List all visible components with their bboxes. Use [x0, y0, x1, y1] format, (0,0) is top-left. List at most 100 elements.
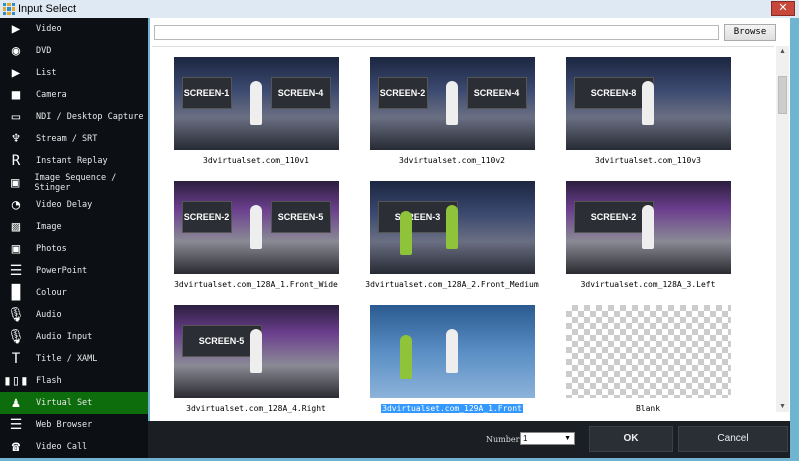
- thumbnail-item[interactable]: SCREEN-2 3dvirtualset.com_128A_3.Left: [550, 181, 746, 292]
- thumbnail-label: Blank: [635, 404, 661, 413]
- ok-button[interactable]: OK: [589, 426, 673, 452]
- sidebar-item-label: PowerPoint: [36, 266, 87, 276]
- footer-bar: Number 1▼ OK Cancel: [148, 421, 790, 458]
- thumbnail-image[interactable]: [566, 305, 731, 398]
- browse-button[interactable]: Browse: [724, 24, 776, 41]
- sidebar-item-camera[interactable]: ■Camera: [0, 84, 148, 106]
- sidebar-item-label: Virtual Set: [36, 398, 92, 408]
- sidebar-item-flash[interactable]: ▮▯▮Flash: [0, 370, 148, 392]
- cancel-button[interactable]: Cancel: [678, 426, 788, 452]
- image-icon: ▨: [6, 219, 26, 236]
- thumbnail-label: 3dvirtualset.com_128A_1.Front_Wide: [173, 280, 339, 289]
- figure-placeholder: [642, 205, 654, 249]
- figure-placeholder: [446, 81, 458, 125]
- main-panel: Browse SCREEN-1SCREEN-43dvirtualset.com_…: [150, 18, 790, 421]
- sidebar-item-virtual-set[interactable]: ♟ Virtual Set: [0, 392, 148, 414]
- figure-placeholder: [642, 81, 654, 125]
- replay-icon: R: [6, 153, 26, 170]
- microphone-icon: 🎙: [6, 307, 26, 324]
- image-sequence-icon: ▣: [6, 175, 24, 192]
- sidebar-item-label: Title / XAML: [36, 354, 97, 364]
- sidebar-item-label: NDI / Desktop Capture: [36, 112, 143, 122]
- sidebar-item-label: Photos: [36, 244, 67, 254]
- sidebar-item-instant-replay[interactable]: RInstant Replay: [0, 150, 148, 172]
- sidebar-item-label: Image Sequence / Stinger: [34, 173, 148, 193]
- path-input[interactable]: [154, 25, 719, 40]
- sidebar-item-list[interactable]: ▶ List: [0, 62, 148, 84]
- thumbnail-image[interactable]: SCREEN-8: [566, 57, 731, 150]
- sidebar-item-powerpoint[interactable]: ☰PowerPoint: [0, 260, 148, 282]
- sidebar-item-label: Video: [36, 24, 62, 34]
- thumbnail-image[interactable]: SCREEN-2SCREEN-4: [370, 57, 535, 150]
- close-button[interactable]: ✕: [771, 1, 795, 16]
- monitor-icon: ▭: [6, 109, 26, 126]
- scroll-down-icon[interactable]: ▼: [776, 403, 789, 410]
- figure-placeholder: [400, 211, 412, 255]
- thumbnail-item[interactable]: 3dvirtualset.com_129A_1.Front: [354, 305, 550, 416]
- window-title: Input Select: [18, 3, 76, 15]
- scroll-up-icon[interactable]: ▲: [776, 48, 789, 55]
- antenna-icon: ♆: [6, 131, 26, 148]
- microphone-icon: 🎙: [6, 329, 26, 346]
- screen-graphic: SCREEN-2: [182, 201, 232, 233]
- chevron-down-icon: ▼: [564, 433, 571, 444]
- thumbnail-item[interactable]: SCREEN-2 SCREEN-5 3dvirtualset.com_128A_1.…: [158, 181, 354, 292]
- sidebar-item-title-xaml[interactable]: T Title / XAML: [0, 348, 148, 370]
- vertical-scrollbar[interactable]: ▲ ▼: [776, 46, 789, 412]
- person-icon: ♟: [6, 395, 26, 412]
- sidebar-item-colour[interactable]: █ Colour: [0, 282, 148, 304]
- thumbnail-image[interactable]: SCREEN-2 SCREEN-5: [174, 181, 339, 274]
- colour-icon: █: [6, 285, 26, 302]
- thumbnail-image[interactable]: SCREEN-2: [566, 181, 731, 274]
- sidebar-item-audio[interactable]: 🎙Audio: [0, 304, 148, 326]
- sidebar-item-video-delay[interactable]: ◔Video Delay: [0, 194, 148, 216]
- thumbnail-image[interactable]: [370, 305, 535, 398]
- sidebar-item-web-browser[interactable]: ☰ Web Browser: [0, 414, 148, 436]
- sidebar-item-label: Web Browser: [36, 420, 92, 430]
- list-icon: ▶: [6, 65, 26, 82]
- thumbnail-label: 3dvirtualset.com_128A_2.Front_Medium: [364, 280, 539, 289]
- sidebar-item-label: Stream / SRT: [36, 134, 97, 144]
- thumbnail-label: 3dvirtualset.com_129A_1.Front: [381, 404, 523, 413]
- sidebar-item-video[interactable]: ▶Video: [0, 18, 148, 40]
- number-value: 1: [523, 434, 527, 443]
- sidebar-item-stream-srt[interactable]: ♆ Stream / SRT: [0, 128, 148, 150]
- sidebar-item-image[interactable]: ▨Image: [0, 216, 148, 238]
- figure-placeholder: [400, 335, 412, 379]
- thumbnail-image[interactable]: SCREEN-5: [174, 305, 339, 398]
- number-label: Number: [486, 435, 519, 444]
- thumbnail-item[interactable]: Blank: [550, 305, 746, 416]
- thumbnail-label: 3dvirtualset.com_110v3: [594, 156, 702, 165]
- sidebar-item-dvd[interactable]: ◉ DVD: [0, 40, 148, 62]
- thumbnail-label: 3dvirtualset.com_128A_4.Right: [185, 404, 327, 413]
- sidebar-item-label: Flash: [36, 376, 62, 386]
- thumbnail-item[interactable]: SCREEN-3 3dvirtualset.com_128A_2.Front_Me…: [354, 181, 550, 292]
- screen-graphic: SCREEN-5: [271, 201, 331, 233]
- sidebar-item-label: DVD: [36, 46, 51, 56]
- sidebar-item-label: Colour: [36, 288, 67, 298]
- sidebar-item-ndi-desktop-capture[interactable]: ▭ NDI / Desktop Capture: [0, 106, 148, 128]
- thumbnail-item[interactable]: SCREEN-2SCREEN-43dvirtualset.com_110v2: [354, 57, 550, 168]
- photos-icon: ▣: [6, 241, 26, 258]
- thumbnail-item[interactable]: SCREEN-1SCREEN-43dvirtualset.com_110v1: [158, 57, 354, 168]
- sidebar-item-video-call[interactable]: ☎Video Call: [0, 436, 148, 458]
- sidebar-item-audio-input[interactable]: 🎙Audio Input: [0, 326, 148, 348]
- screen-graphic: SCREEN-1: [182, 77, 232, 109]
- browser-icon: ☰: [6, 417, 26, 434]
- thumbnail-image[interactable]: SCREEN-1SCREEN-4: [174, 57, 339, 150]
- thumbnail-item[interactable]: SCREEN-8 3dvirtualset.com_110v3: [550, 57, 746, 168]
- disc-icon: ◉: [6, 43, 26, 60]
- number-select[interactable]: 1▼: [520, 432, 575, 445]
- sidebar-item-label: Video Delay: [36, 200, 92, 210]
- title-icon: T: [6, 351, 26, 368]
- scrollbar-thumb[interactable]: [778, 76, 787, 114]
- phone-icon: ☎: [6, 439, 26, 456]
- sidebar-item-photos[interactable]: ▣ Photos: [0, 238, 148, 260]
- figure-placeholder: [446, 205, 458, 249]
- thumbnail-item[interactable]: SCREEN-5 3dvirtualset.com_128A_4.Right: [158, 305, 354, 416]
- input-type-sidebar: ▶Video ◉ DVD ▶ List ■Camera ▭ NDI / Desktop Cap…: [0, 18, 148, 458]
- sidebar-item-image-sequence-stinger[interactable]: ▣ Image Sequence / Stinger: [0, 172, 148, 194]
- sidebar-item-label: List: [36, 68, 56, 78]
- thumbnail-label: 3dvirtualset.com_128A_3.Left: [580, 280, 717, 289]
- thumbnail-image[interactable]: SCREEN-3: [370, 181, 535, 274]
